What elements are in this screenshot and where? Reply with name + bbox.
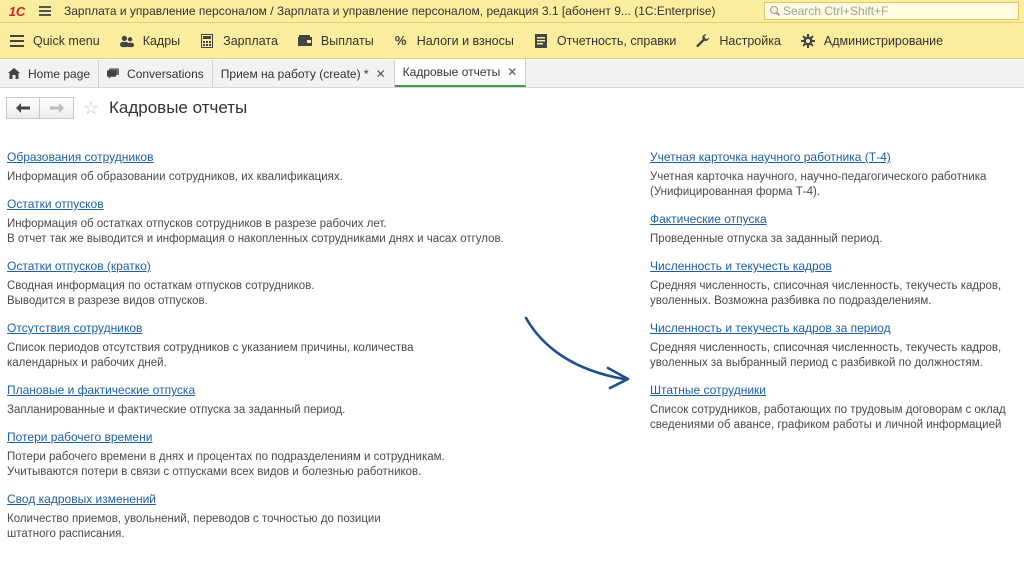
report-link[interactable]: Учетная карточка научного работника (Т-4… [650, 150, 891, 165]
calculator-icon [200, 33, 214, 48]
report-description: Средняя численность, списочная численнос… [650, 280, 1002, 307]
report-item: Плановые и фактические отпуска Запланиро… [7, 383, 527, 418]
back-button[interactable] [6, 97, 40, 119]
tab-label: Conversations [127, 66, 204, 81]
reports-list-left: Образования сотрудников Информация об об… [7, 150, 527, 554]
forward-button[interactable] [40, 97, 74, 119]
reports-list-right: Учетная карточка научного работника (Т-4… [650, 150, 1024, 445]
report-item: Остатки отпусков (кратко) Сводная информ… [7, 259, 527, 309]
report-link[interactable]: Отсутствия сотрудников [7, 321, 142, 336]
report-description: Средняя численность, списочная численнос… [650, 342, 1002, 369]
app-logo: 1С [8, 3, 26, 19]
arrow-left-icon [16, 103, 30, 113]
report-item: Свод кадровых изменений Количество прием… [7, 492, 527, 542]
menu-zarplata[interactable]: Зарплата [190, 23, 288, 58]
menu-label: Выплаты [320, 33, 374, 48]
report-link[interactable]: Фактические отпуска [650, 212, 767, 227]
report-description: Сводная информация по остаткам отпусков … [7, 280, 315, 307]
arrow-right-icon [49, 103, 64, 113]
report-description: Учетная карточка научного, научно-педаго… [650, 171, 987, 198]
report-description: Информация об остатках отпусков сотрудни… [7, 218, 504, 245]
menu-label: Кадры [142, 33, 181, 48]
report-link[interactable]: Остатки отпусков [7, 197, 104, 212]
menu-administrirovanie[interactable]: Администрирование [791, 23, 953, 58]
report-link[interactable]: Численность и текучесть кадров [650, 259, 832, 274]
report-link[interactable]: Штатные сотрудники [650, 383, 766, 398]
navigation-buttons [6, 97, 74, 119]
global-search[interactable] [764, 2, 1019, 20]
open-windows-bar: Home page Conversations Прием на работу … [0, 59, 1024, 88]
search-input[interactable] [783, 4, 1013, 18]
annotation-arrow-icon [524, 316, 630, 390]
report-link[interactable]: Свод кадровых изменений [7, 492, 156, 507]
report-item: Численность и текучесть кадров за период… [650, 321, 1024, 371]
title-bar: 1С Зарплата и управление персоналом / За… [0, 0, 1024, 23]
report-item: Образования сотрудников Информация об об… [7, 150, 527, 185]
chat-icon [107, 68, 120, 80]
report-item: Учетная карточка научного работника (Т-4… [650, 150, 1024, 200]
report-item: Потери рабочего времени Потери рабочего … [7, 430, 527, 480]
tab-kadrovye-otchety[interactable]: Кадровые отчеты ✕ [394, 59, 527, 87]
menu-label: Зарплата [223, 33, 278, 48]
report-item: Штатные сотрудники Список сотрудников, р… [650, 383, 1024, 433]
report-link[interactable]: Остатки отпусков (кратко) [7, 259, 151, 274]
tab-label: Прием на работу (create) * [220, 66, 369, 81]
menu-nalogi[interactable]: % Налоги и взносы [384, 23, 524, 58]
menu-label: Отчетность, справки [556, 33, 677, 48]
main-menu-icon[interactable] [34, 0, 56, 23]
star-icon[interactable]: ☆ [83, 97, 99, 119]
menu-otchetnost[interactable]: Отчетность, справки [524, 23, 687, 58]
menu-kadry[interactable]: Кадры [110, 23, 190, 58]
wrench-icon [696, 33, 710, 48]
tab-priem-na-rabotu[interactable]: Прием на работу (create) * ✕ [212, 60, 395, 87]
menu-icon [10, 34, 24, 48]
menu-label: Администрирование [823, 33, 944, 48]
menu-label: Quick menu [33, 33, 100, 48]
report-item: Отсутствия сотрудников Список периодов о… [7, 321, 527, 371]
report-description: Информация об образовании сотрудников, и… [7, 171, 343, 183]
close-icon[interactable]: ✕ [507, 65, 517, 79]
menu-vyplaty[interactable]: Выплаты [288, 23, 384, 58]
report-link[interactable]: Потери рабочего времени [7, 430, 152, 445]
report-description: Количество приемов, увольнений, переводо… [7, 513, 381, 540]
report-item: Фактические отпуска Проведенные отпуска … [650, 212, 1024, 247]
report-link[interactable]: Плановые и фактические отпуска [7, 383, 195, 398]
menu-label: Настройка [719, 33, 781, 48]
tab-conversations[interactable]: Conversations [99, 60, 213, 87]
wallet-icon [297, 34, 312, 48]
gear-icon [800, 33, 815, 48]
tab-label: Home page [28, 66, 91, 81]
percent-icon: % [394, 33, 407, 48]
report-description: Потери рабочего времени в днях и процент… [7, 451, 445, 478]
tab-label: Кадровые отчеты [402, 65, 501, 79]
report-description: Список сотрудников, работающих по трудов… [650, 404, 1006, 431]
report-link[interactable]: Численность и текучесть кадров за период [650, 321, 891, 336]
home-icon [8, 68, 20, 80]
reports-icon [534, 33, 548, 48]
page-title: Кадровые отчеты [109, 98, 248, 117]
report-item: Численность и текучесть кадров Средняя ч… [650, 259, 1024, 309]
search-icon [765, 3, 783, 19]
people-icon [119, 34, 134, 48]
report-item: Остатки отпусков Информация об остатках … [7, 197, 527, 247]
close-icon[interactable]: ✕ [376, 67, 386, 81]
window-title: Зарплата и управление персоналом / Зарпл… [64, 4, 716, 18]
report-link[interactable]: Образования сотрудников [7, 150, 153, 165]
menu-label: Налоги и взносы [416, 33, 514, 48]
menu-nastroyka[interactable]: Настройка [686, 23, 791, 58]
report-description: Запланированные и фактические отпуска за… [7, 404, 346, 416]
sections-panel: Quick menu Кадры Зарплата Выплаты % Нало… [0, 23, 1024, 59]
tab-home-page[interactable]: Home page [0, 60, 100, 87]
report-description: Список периодов отсутствия сотрудников с… [7, 342, 414, 369]
report-description: Проведенные отпуска за заданный период. [650, 233, 883, 245]
menu-quick-menu[interactable]: Quick menu [0, 23, 110, 58]
